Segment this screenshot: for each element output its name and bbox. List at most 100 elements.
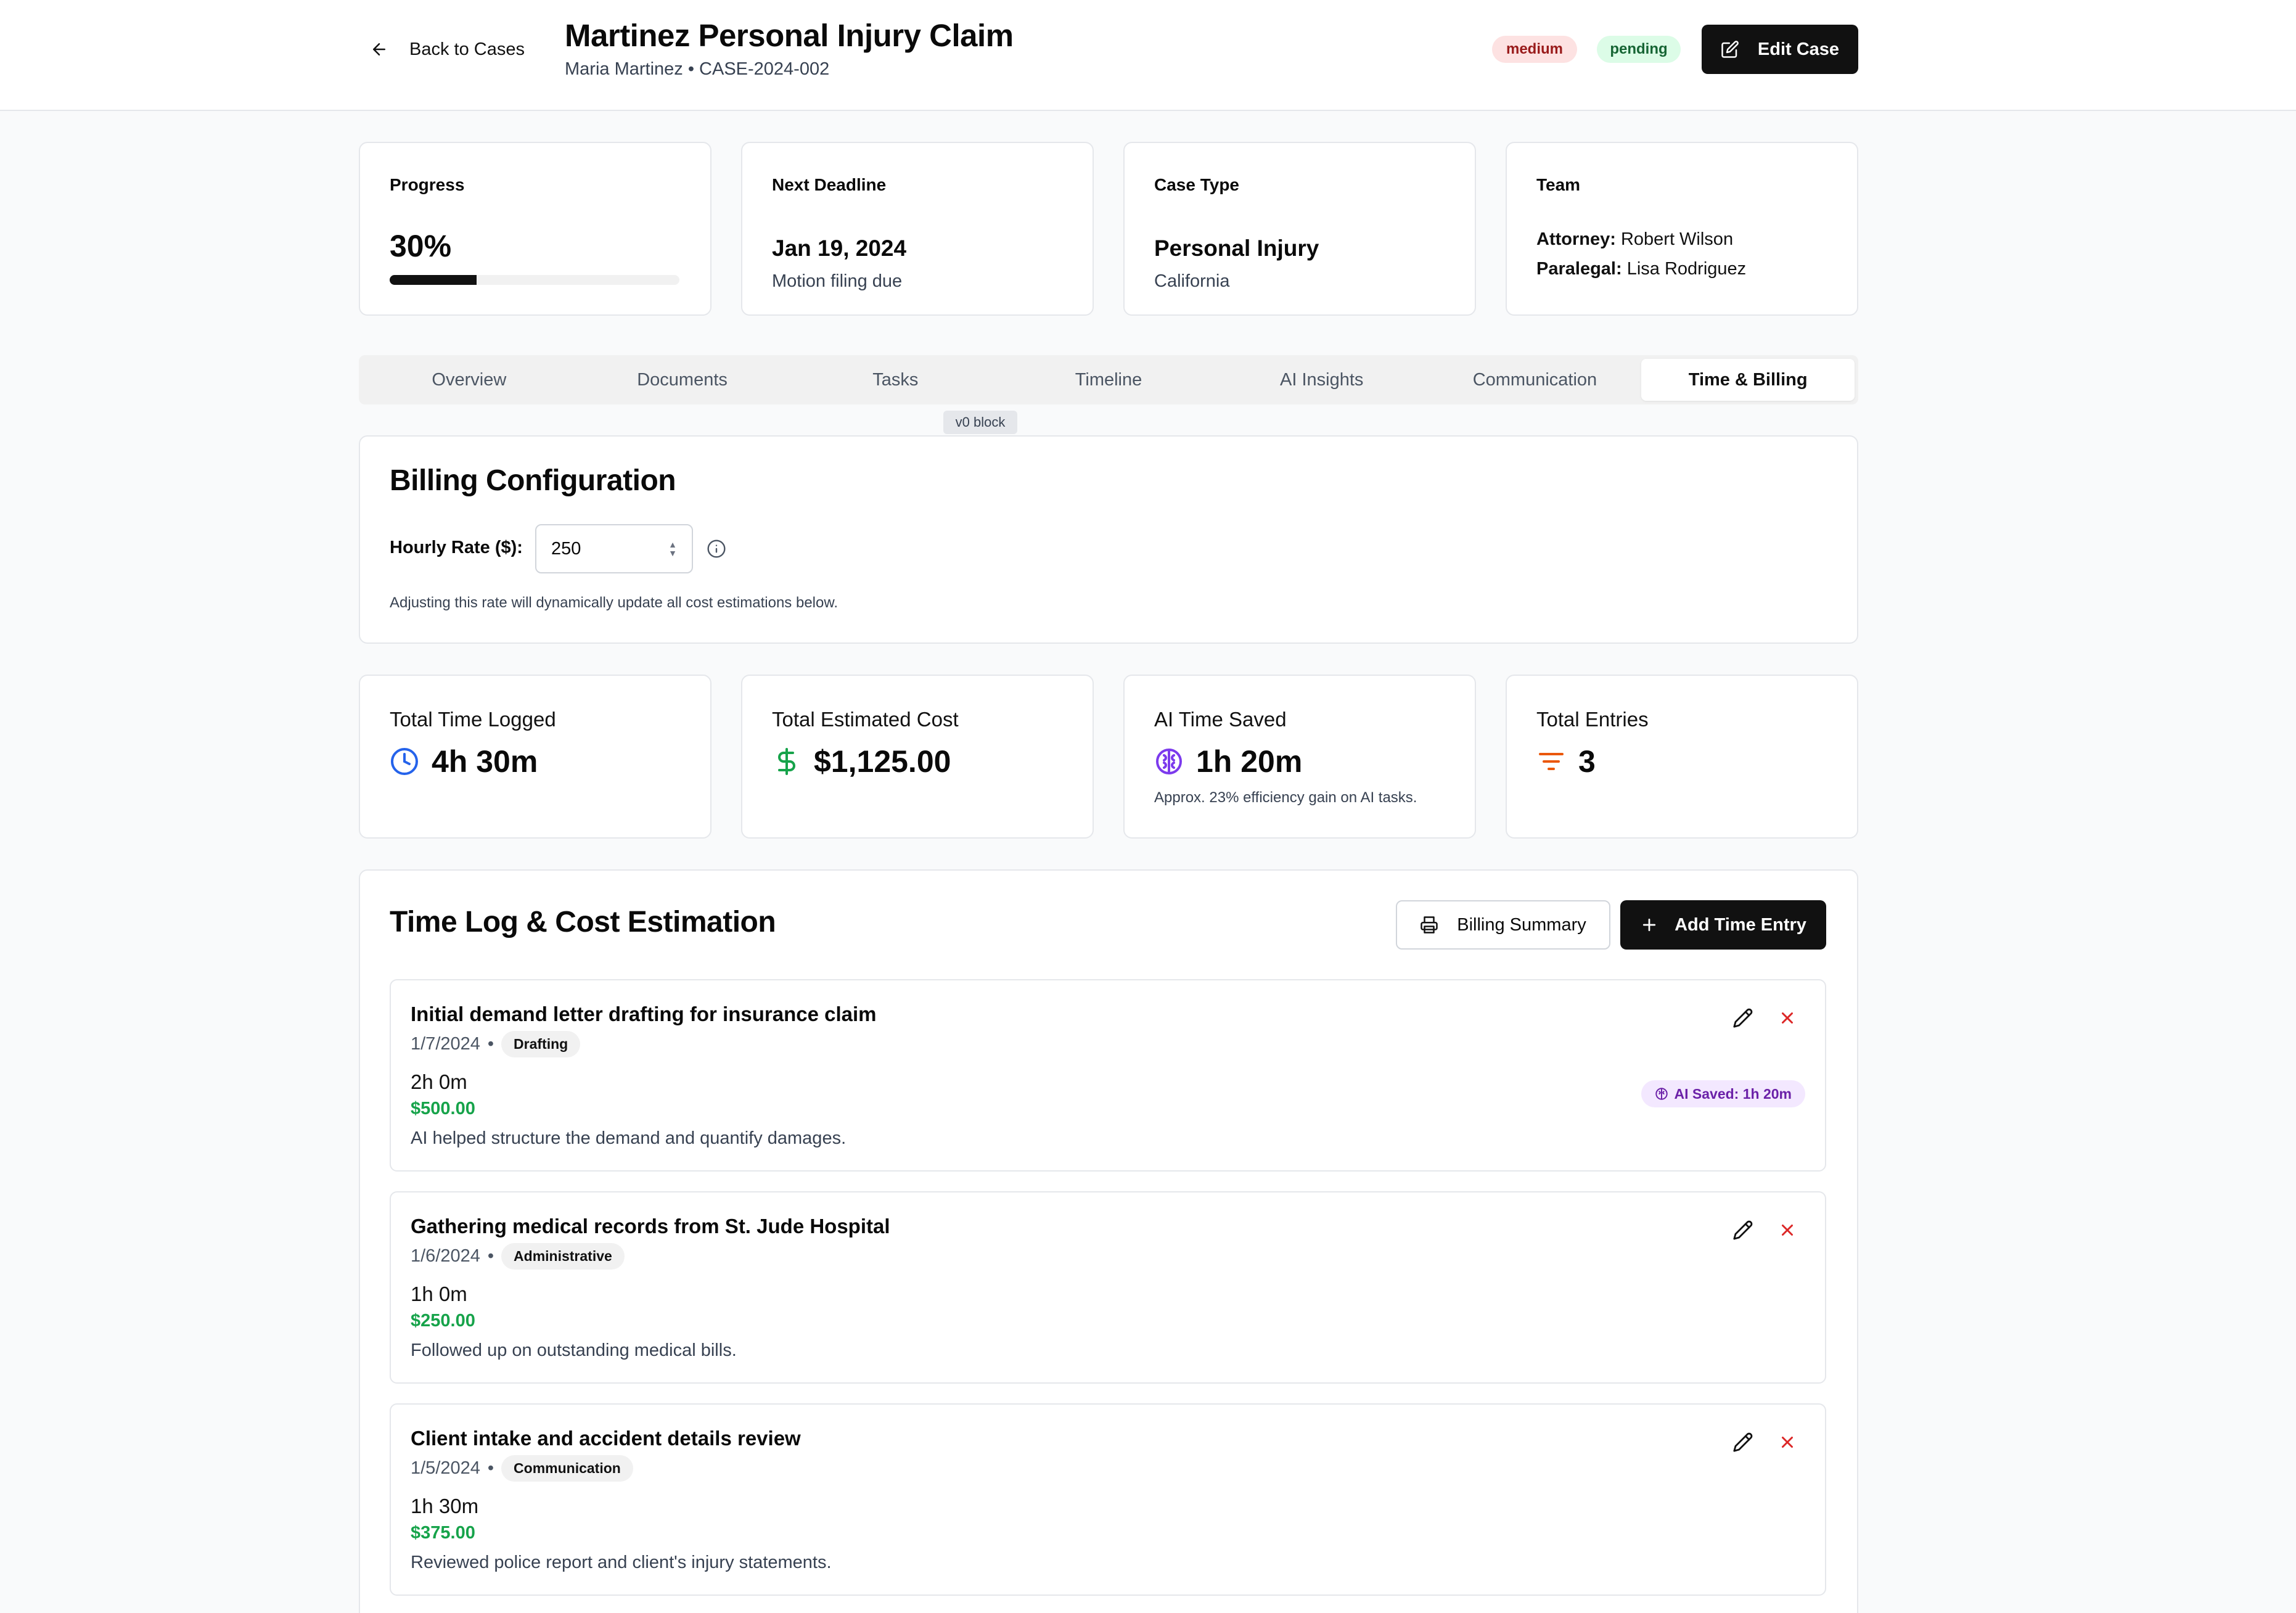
close-icon[interactable] <box>1778 1009 1797 1027</box>
tab-ai-insights[interactable]: AI Insights <box>1215 359 1429 401</box>
time-entry: Initial demand letter drafting for insur… <box>390 979 1826 1172</box>
separator-dot: • <box>487 1458 494 1478</box>
time-log-card: Time Log & Cost Estimation Billing Summa… <box>359 869 1858 1613</box>
brain-icon <box>1156 749 1182 774</box>
entry-date: 1/5/2024 <box>411 1458 480 1478</box>
case-type-label: Case Type <box>1154 175 1239 194</box>
tab-documents[interactable]: Documents <box>576 359 789 401</box>
separator-dot: • <box>487 1246 494 1266</box>
tab-time-billing[interactable]: Time & Billing <box>1641 359 1855 401</box>
entry-category-tag: Drafting <box>501 1031 581 1057</box>
info-icon[interactable] <box>707 539 726 559</box>
estimated-cost-label: Total Estimated Cost <box>772 708 959 731</box>
entry-meta: 1/6/2024 • Administrative <box>411 1243 625 1270</box>
deadline-label: Next Deadline <box>772 175 887 194</box>
printer-icon <box>1421 916 1438 934</box>
priority-badge: medium <box>1492 36 1577 63</box>
clock-icon <box>391 748 418 775</box>
back-to-cases-button[interactable]: Back to Cases <box>370 35 525 64</box>
ai-saved-badge: AI Saved: 1h 20m <box>1641 1080 1805 1107</box>
edit-case-button[interactable]: Edit Case <box>1702 25 1858 74</box>
total-entries-label: Total Entries <box>1536 708 1649 731</box>
entry-category-tag: Administrative <box>501 1243 625 1270</box>
add-time-entry-label: Add Time Entry <box>1675 914 1806 935</box>
time-log-title: Time Log & Cost Estimation <box>390 906 776 938</box>
total-entries-row: 3 <box>1536 744 1596 779</box>
status-badge: pending <box>1597 36 1681 63</box>
attorney-line: Attorney: Robert Wilson <box>1536 229 1733 250</box>
entry-cost: $250.00 <box>411 1311 475 1331</box>
ai-time-saved-value: 1h 20m <box>1196 744 1303 779</box>
entry-date: 1/6/2024 <box>411 1246 480 1266</box>
case-tabs: Overview Documents Tasks Timeline AI Ins… <box>359 355 1858 404</box>
case-type-value: Personal Injury <box>1154 236 1319 261</box>
progress-fill <box>390 275 477 285</box>
entry-category-tag: Communication <box>501 1455 633 1482</box>
billing-summary-button[interactable]: Billing Summary <box>1396 900 1610 950</box>
close-icon[interactable] <box>1778 1433 1797 1451</box>
tab-timeline[interactable]: Timeline <box>1002 359 1215 401</box>
filter-icon <box>1539 753 1564 770</box>
time-entry: Gathering medical records from St. Jude … <box>390 1191 1826 1384</box>
progress-value: 30% <box>390 229 452 263</box>
estimated-cost-value: $1,125.00 <box>814 744 951 779</box>
hourly-rate-value: 250 <box>551 538 581 559</box>
paralegal-label: Paralegal: <box>1536 259 1622 279</box>
total-time-row: 4h 30m <box>390 744 538 779</box>
stepper-icon[interactable]: ▲ ▼ <box>668 540 677 557</box>
entry-cost: $375.00 <box>411 1523 475 1543</box>
page-header: Back to Cases Martinez Personal Injury C… <box>0 0 2296 111</box>
total-time-value: 4h 30m <box>432 744 538 779</box>
ai-time-saved-card: AI Time Saved 1h 20m Approx. 23% efficie… <box>1123 675 1476 839</box>
jurisdiction: California <box>1154 271 1230 291</box>
close-icon[interactable] <box>1778 1221 1797 1239</box>
paralegal-name: Lisa Rodriguez <box>1626 259 1747 279</box>
hourly-rate-input[interactable]: 250 ▲ ▼ <box>535 524 693 573</box>
plus-icon <box>1642 918 1656 932</box>
entry-title: Gathering medical records from St. Jude … <box>411 1215 890 1237</box>
deadline-card: Next Deadline Jan 19, 2024 Motion filing… <box>741 142 1094 316</box>
progress-bar <box>390 275 679 285</box>
deadline-note: Motion filing due <box>772 271 903 291</box>
entry-description: Followed up on outstanding medical bills… <box>411 1340 737 1360</box>
entry-title: Client intake and accident details revie… <box>411 1427 801 1450</box>
billing-config-title: Billing Configuration <box>390 464 676 497</box>
tab-overview[interactable]: Overview <box>363 359 576 401</box>
hourly-rate-label: Hourly Rate ($): <box>390 538 523 557</box>
entry-duration: 1h 0m <box>411 1283 467 1305</box>
pencil-icon[interactable] <box>1732 1008 1753 1028</box>
billing-config-card: Billing Configuration Hourly Rate ($): 2… <box>359 435 1858 644</box>
attorney-label: Attorney: <box>1536 229 1616 249</box>
entry-meta: 1/7/2024 • Drafting <box>411 1031 581 1057</box>
progress-label: Progress <box>390 175 465 194</box>
time-entry: Client intake and accident details revie… <box>390 1403 1826 1596</box>
edit-case-label: Edit Case <box>1757 39 1840 59</box>
estimated-cost-row: $1,125.00 <box>772 744 951 779</box>
deadline-date: Jan 19, 2024 <box>772 236 907 261</box>
entry-duration: 1h 30m <box>411 1495 479 1517</box>
case-type-card: Case Type Personal Injury California <box>1123 142 1476 316</box>
edit-square-icon <box>1721 41 1739 58</box>
ai-saved-label: AI Saved: 1h 20m <box>1674 1085 1792 1102</box>
add-time-entry-button[interactable]: Add Time Entry <box>1620 900 1826 950</box>
billing-summary-label: Billing Summary <box>1457 914 1586 935</box>
back-label: Back to Cases <box>409 39 525 59</box>
tab-communication[interactable]: Communication <box>1429 359 1642 401</box>
tab-tasks[interactable]: Tasks <box>789 359 1002 401</box>
brain-icon <box>1655 1088 1668 1100</box>
arrow-left-icon <box>373 43 385 55</box>
pencil-icon[interactable] <box>1732 1220 1753 1241</box>
entry-meta: 1/5/2024 • Communication <box>411 1455 633 1482</box>
ai-time-saved-label: AI Time Saved <box>1154 708 1287 731</box>
case-subtitle: Maria Martinez • CASE-2024-002 <box>565 59 830 79</box>
pencil-icon[interactable] <box>1732 1432 1753 1453</box>
entry-duration: 2h 0m <box>411 1070 467 1093</box>
total-entries-card: Total Entries 3 <box>1506 675 1858 839</box>
attorney-name: Robert Wilson <box>1620 229 1734 249</box>
entry-title: Initial demand letter drafting for insur… <box>411 1003 877 1025</box>
ai-efficiency-note: Approx. 23% efficiency gain on AI tasks. <box>1154 789 1417 806</box>
paralegal-line: Paralegal: Lisa Rodriguez <box>1536 259 1746 279</box>
progress-card: Progress 30% <box>359 142 711 316</box>
rate-note: Adjusting this rate will dynamically upd… <box>390 594 838 611</box>
dollar-icon <box>778 748 795 775</box>
